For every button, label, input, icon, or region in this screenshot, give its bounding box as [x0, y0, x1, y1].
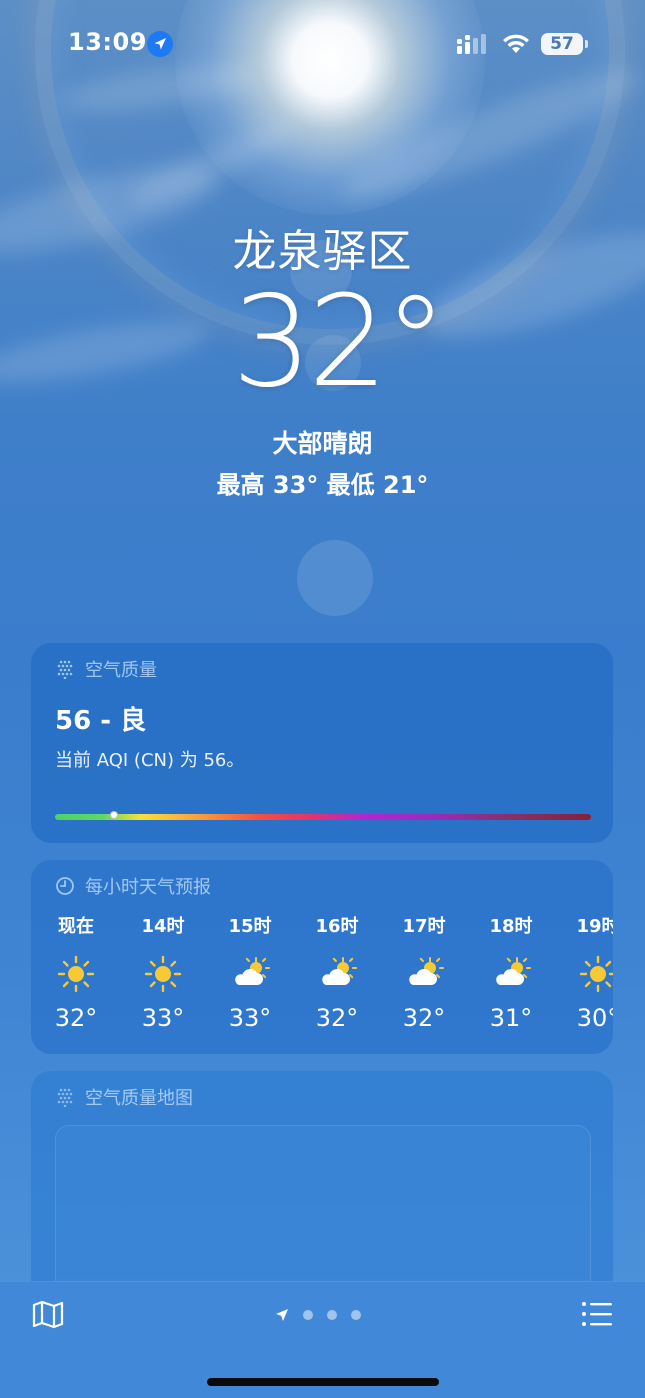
hourly-forecast-title: 每小时天气预报	[85, 877, 211, 898]
hour-temperature: 32°	[315, 1004, 359, 1032]
aqi-scale-bar	[55, 814, 591, 820]
battery-indicator: 57	[541, 33, 583, 55]
hour-label: 19时	[576, 916, 613, 937]
current-location-icon	[276, 1309, 288, 1321]
hourly-item: 15时 33°	[215, 912, 285, 1032]
aqi-description: 当前 AQI (CN) 为 56。	[55, 750, 245, 771]
hour-label: 17时	[402, 916, 446, 937]
hour-temperature: 33°	[141, 1004, 185, 1032]
page-indicator[interactable]	[275, 1305, 361, 1325]
partly-cloudy-icon	[404, 954, 444, 994]
high-low-temperature: 最高 33° 最低 21°	[216, 471, 429, 499]
partly-cloudy-icon	[230, 954, 270, 994]
hourly-item: 17时 32°	[389, 912, 459, 1032]
status-bar: 13:09 57	[0, 0, 645, 88]
status-time: 13:09	[68, 28, 147, 56]
partly-cloudy-icon	[317, 954, 357, 994]
aqi-map-title: 空气质量地图	[85, 1088, 193, 1109]
hourly-item: 18时 31°	[476, 912, 546, 1032]
hour-temperature: 32°	[54, 1004, 98, 1032]
page-dot[interactable]	[303, 1310, 313, 1320]
hour-label: 14时	[141, 916, 185, 937]
partly-cloudy-icon	[491, 954, 531, 994]
weather-condition: 大部晴朗	[272, 429, 373, 458]
hour-temperature: 32°	[402, 1004, 446, 1032]
bottom-toolbar	[0, 1281, 645, 1398]
hour-label: 16时	[315, 916, 359, 937]
hourly-item: 现在 32°	[41, 912, 111, 1032]
clock-icon	[56, 877, 74, 895]
air-quality-card[interactable]: 空气质量 56 - 良 当前 AQI (CN) 为 56。	[31, 643, 613, 843]
current-temperature: 32°	[231, 268, 447, 415]
home-indicator[interactable]	[207, 1378, 439, 1386]
location-arrow-icon	[147, 31, 173, 57]
wifi-icon	[503, 34, 529, 53]
sun-icon	[578, 954, 613, 994]
air-quality-header: 空气质量	[55, 657, 157, 681]
hourly-forecast-header: 每小时天气预报	[55, 874, 211, 898]
hour-temperature: 30°	[576, 1004, 613, 1032]
hourly-item: 14时 33°	[128, 912, 198, 1032]
city-list-icon[interactable]	[580, 1299, 614, 1329]
sun-icon	[56, 954, 96, 994]
aqi-value-label: 56 - 良	[55, 706, 147, 736]
air-quality-dots-icon	[57, 1088, 73, 1107]
map-icon[interactable]	[31, 1299, 65, 1329]
page-dot[interactable]	[327, 1310, 337, 1320]
air-quality-title: 空气质量	[85, 660, 157, 681]
hourly-item: 19时 30°	[563, 912, 613, 1032]
hour-temperature: 31°	[489, 1004, 533, 1032]
hour-temperature: 33°	[228, 1004, 272, 1032]
hourly-forecast-row[interactable]: 现在 32° 14时 33° 15时 33° 16时 32° 17时 32° 18时 31° 19时 30…	[31, 912, 613, 1042]
sun-icon	[143, 954, 183, 994]
cellular-signal-icon	[457, 34, 486, 54]
battery-tip	[585, 40, 588, 48]
aqi-scale-indicator	[109, 811, 118, 819]
hourly-forecast-card[interactable]: 每小时天气预报 现在 32° 14时 33° 15时 33° 16时 32° 17时 32° 18时…	[31, 860, 613, 1054]
hour-label: 18时	[489, 916, 533, 937]
hour-label: 15时	[228, 916, 272, 937]
air-quality-dots-icon	[57, 660, 73, 679]
page-dot[interactable]	[351, 1310, 361, 1320]
aqi-map-header: 空气质量地图	[55, 1085, 193, 1109]
hourly-item: 16时 32°	[302, 912, 372, 1032]
hour-label: 现在	[58, 916, 94, 937]
